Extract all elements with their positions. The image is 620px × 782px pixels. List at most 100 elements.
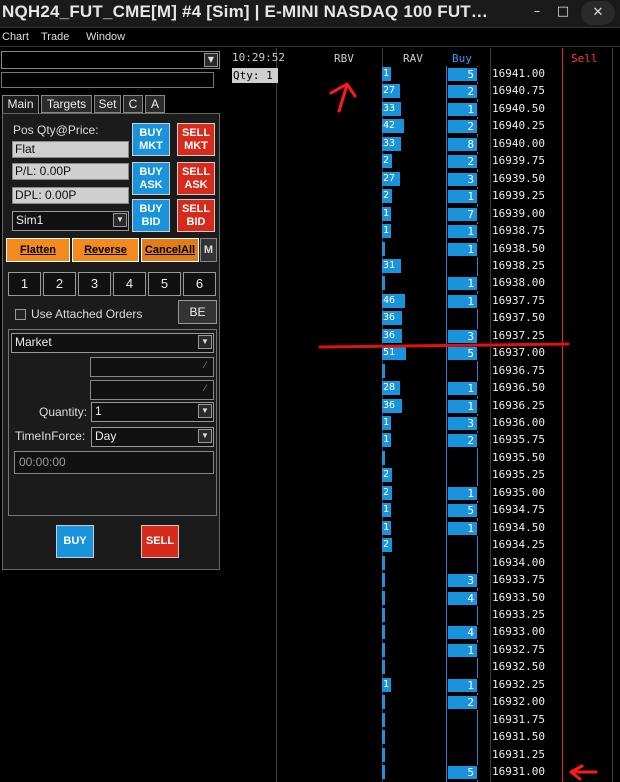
qty-preset-1[interactable]: 1 [8, 272, 41, 296]
price-cell[interactable]: 16932.25 [492, 678, 545, 691]
m-button[interactable]: M [200, 238, 217, 262]
price-cell[interactable]: 16937.75 [492, 294, 545, 307]
ladder-row[interactable]: 33 1 16940.50 [228, 101, 620, 118]
buy-size-cell[interactable]: 3 [447, 573, 478, 589]
ladder-row[interactable]: 1 16932.75 [228, 642, 620, 659]
symbol-input[interactable] [1, 72, 214, 88]
maximize-button[interactable]: □ [548, 2, 578, 22]
price-ladder[interactable]: 10:29:52 RBV RAV Buy Sell Qty: 1 1 5 16941… [228, 48, 620, 782]
price-cell[interactable]: 16933.50 [492, 591, 545, 604]
menu-chart[interactable]: Chart [2, 31, 29, 43]
ladder-row[interactable]: 28 1 16936.50 [228, 380, 620, 397]
ladder-row[interactable]: 16936.75 [228, 363, 620, 380]
tab-main[interactable]: Main [2, 95, 39, 114]
ladder-row[interactable]: 2 16934.25 [228, 537, 620, 554]
buy-size-cell[interactable]: 5 [447, 67, 478, 82]
ladder-row[interactable]: 31 16938.25 [228, 258, 620, 275]
ladder-row[interactable]: 46 1 16937.75 [228, 293, 620, 310]
close-button[interactable]: ✕ [581, 1, 615, 25]
breakeven-button[interactable]: BE [178, 300, 217, 324]
ladder-row[interactable]: 16931.50 [228, 729, 620, 746]
ladder-row[interactable]: 1 1 16934.50 [228, 520, 620, 537]
price-cell[interactable]: 16939.00 [492, 207, 545, 220]
price-cell[interactable]: 16938.00 [492, 276, 545, 289]
ladder-row[interactable]: 1 2 16935.75 [228, 432, 620, 449]
ladder-row[interactable]: 2 1 16935.00 [228, 485, 620, 502]
ladder-row[interactable]: 16931.25 [228, 747, 620, 764]
price-cell[interactable]: 16931.00 [492, 765, 545, 778]
ladder-row[interactable]: 2 2 16939.75 [228, 153, 620, 170]
price-cell[interactable]: 16936.50 [492, 381, 545, 394]
ladder-row[interactable]: 36 16937.50 [228, 310, 620, 327]
quantity-combo[interactable]: 1 ▼ [91, 402, 214, 422]
ladder-row[interactable]: 16931.75 [228, 712, 620, 729]
ladder-row[interactable]: 36 3 16937.25 [228, 328, 620, 345]
buy-ask-button[interactable]: BUY ASK [132, 162, 170, 195]
price-cell[interactable]: 16938.25 [492, 259, 545, 272]
tab-set[interactable]: Set [94, 95, 121, 113]
price-cell[interactable]: 16940.75 [492, 84, 545, 97]
buy-size-cell[interactable]: 5 [447, 765, 478, 780]
use-attached-orders-checkbox[interactable] [15, 309, 26, 320]
buy-size-cell[interactable]: 2 [447, 154, 478, 170]
price-cell[interactable]: 16931.50 [492, 730, 545, 743]
buy-size-cell[interactable]: 4 [447, 590, 478, 606]
price-cell[interactable]: 16934.50 [492, 521, 545, 534]
price-cell[interactable]: 16937.25 [492, 329, 545, 342]
buy-size-cell[interactable]: 1 [447, 189, 478, 205]
price-cell[interactable]: 16941.00 [492, 67, 545, 80]
ladder-row[interactable]: 1 1 16932.25 [228, 677, 620, 694]
buy-size-cell[interactable]: 2 [447, 695, 478, 711]
buy-size-cell[interactable]: 3 [447, 171, 478, 187]
ladder-row[interactable]: 27 3 16939.50 [228, 171, 620, 188]
buy-size-cell[interactable]: 7 [447, 206, 478, 222]
ladder-row[interactable]: 1 5 16941.00 [228, 66, 620, 83]
cancel-all-button[interactable]: CancelAll [141, 238, 199, 262]
buy-size-cell[interactable]: 2 [447, 84, 478, 100]
price-cell[interactable]: 16939.25 [492, 189, 545, 202]
ladder-row[interactable]: 1 5 16934.75 [228, 502, 620, 519]
price-cell[interactable]: 16936.25 [492, 399, 545, 412]
ladder-row[interactable]: 42 2 16940.25 [228, 118, 620, 135]
sell-bid-button[interactable]: SELL BID [177, 199, 215, 232]
qty-preset-6[interactable]: 6 [183, 272, 216, 296]
price-cell[interactable]: 16938.75 [492, 224, 545, 237]
price-cell[interactable]: 16940.00 [492, 137, 545, 150]
ladder-row[interactable]: 2 16935.25 [228, 467, 620, 484]
buy-size-cell[interactable]: 1 [447, 224, 478, 240]
sell-button[interactable]: SELL [141, 525, 179, 558]
price-cell[interactable]: 16932.00 [492, 695, 545, 708]
price-cell[interactable]: 16931.75 [492, 713, 545, 726]
buy-size-cell[interactable]: 3 [447, 328, 478, 344]
buy-size-cell[interactable]: 1 [447, 642, 478, 658]
ladder-row[interactable]: 1 1 16938.75 [228, 223, 620, 240]
ladder-row[interactable]: 4 16933.50 [228, 590, 620, 607]
price-cell[interactable]: 16932.50 [492, 660, 545, 673]
ladder-row[interactable]: 2 1 16939.25 [228, 188, 620, 205]
chevron-down-icon[interactable]: ▼ [198, 404, 212, 418]
menu-window[interactable]: Window [86, 31, 125, 43]
edit-icon[interactable]: ⁄ [199, 383, 211, 395]
price-cell[interactable]: 16935.00 [492, 486, 545, 499]
ladder-row[interactable]: 5 16931.00 [228, 764, 620, 781]
price-input-2[interactable]: ⁄ [90, 380, 214, 400]
price-cell[interactable]: 16935.75 [492, 433, 545, 446]
buy-size-cell[interactable]: 1 [447, 241, 478, 257]
buy-size-cell[interactable]: 1 [447, 293, 478, 309]
ladder-row[interactable]: 27 2 16940.75 [228, 83, 620, 100]
price-cell[interactable]: 16936.00 [492, 416, 545, 429]
order-type-combo[interactable]: Market ▼ [11, 333, 214, 353]
ladder-row[interactable]: 1 16938.50 [228, 241, 620, 258]
price-cell[interactable]: 16934.25 [492, 538, 545, 551]
buy-size-cell[interactable]: 1 [447, 398, 478, 414]
chevron-down-icon[interactable]: ▼ [198, 429, 212, 443]
price-cell[interactable]: 16933.00 [492, 625, 545, 638]
qty-preset-4[interactable]: 4 [113, 272, 146, 296]
ladder-row[interactable]: 3 16933.75 [228, 572, 620, 589]
price-cell[interactable]: 16933.25 [492, 608, 545, 621]
menu-trade[interactable]: Trade [41, 31, 69, 43]
sell-market-button[interactable]: SELL MKT [177, 123, 215, 156]
account-combo[interactable]: Sim1 ▼ [12, 211, 129, 231]
price-cell[interactable]: 16939.75 [492, 154, 545, 167]
price-cell[interactable]: 16931.25 [492, 748, 545, 761]
